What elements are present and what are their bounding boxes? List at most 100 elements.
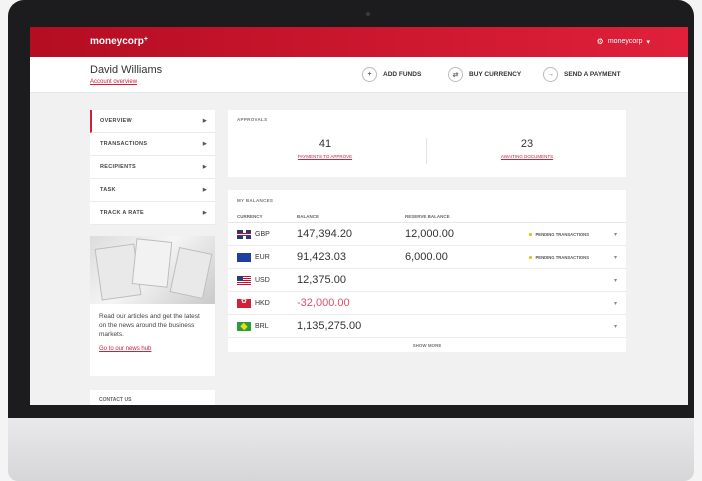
table-row[interactable]: USD 12,375.00 ▾	[228, 269, 626, 292]
sidebar-item-label: TASK	[100, 187, 116, 193]
exchange-icon: ⇄	[448, 67, 463, 82]
payments-count: 41	[318, 138, 332, 150]
sidebar-item-recipients[interactable]: RECIPIENTS ▶	[90, 156, 215, 179]
approvals-card: APPROVALS 41 PAYMENTS TO APPROVE 23 AWAI…	[228, 110, 626, 177]
sidebar-item-label: RECIPIENTS	[100, 164, 137, 170]
balance-cell: 1,135,275.00	[297, 320, 362, 332]
sidebar-item-label: TRACK A RATE	[100, 210, 145, 216]
main-content: APPROVALS 41 PAYMENTS TO APPROVE 23 AWAI…	[228, 110, 626, 352]
chevron-down-icon[interactable]: ▾	[589, 254, 617, 261]
chevron-down-icon[interactable]: ▾	[589, 277, 617, 284]
app-screen: moneycorp+ ⚙ moneycorp ▾ David Williams …	[30, 27, 688, 405]
us-flag-icon	[237, 275, 251, 285]
chevron-down-icon: ▾	[646, 38, 650, 46]
table-row[interactable]: GBP 147,394.20 12,000.00 PENDING TRANSAC…	[228, 223, 626, 246]
chevron-right-icon: ▶	[202, 210, 207, 216]
pending-status: PENDING TRANSACTIONS	[505, 255, 589, 260]
column-header: RESERVE BALANCE	[405, 214, 450, 219]
approvals-title: APPROVALS	[237, 117, 268, 122]
newspaper-shape	[169, 246, 213, 300]
moneycorp-logo[interactable]: moneycorp+	[90, 36, 148, 47]
chevron-right-icon: ▶	[202, 187, 207, 193]
uk-flag-icon	[237, 229, 251, 239]
add-funds-button[interactable]: + ADD FUNDS	[362, 67, 421, 82]
sidebar-item-label: OVERVIEW	[100, 118, 132, 124]
awaiting-documents-link[interactable]: AWAITING DOCUMENTS	[432, 154, 622, 159]
balance-cell: 91,423.03	[297, 251, 346, 263]
send-payment-label: SEND A PAYMENT	[564, 71, 621, 78]
table-row[interactable]: EUR 91,423.03 6,000.00 PENDING TRANSACTI…	[228, 246, 626, 269]
currency-code: USD	[255, 276, 270, 284]
column-header: CURRENCY	[237, 214, 263, 219]
payments-to-approve-link[interactable]: PAYMENTS TO APPROVE	[230, 154, 420, 159]
top-bar: moneycorp+ ⚙ moneycorp ▾	[30, 27, 688, 57]
sidebar-nav: OVERVIEW ▶ TRANSACTIONS ▶ RECIPIENTS ▶ T…	[90, 110, 215, 225]
plus-icon: +	[362, 67, 377, 82]
buy-currency-label: BUY CURRENCY	[469, 71, 522, 78]
sidebar-item-task[interactable]: TASK ▶	[90, 179, 215, 202]
brazil-flag-icon	[237, 321, 251, 331]
currency-code: BRL	[255, 322, 269, 330]
newspaper-image	[90, 236, 215, 304]
user-name: David Williams	[90, 64, 163, 76]
hk-flag-icon	[237, 298, 251, 308]
chevron-down-icon[interactable]: ▾	[589, 231, 617, 238]
awaiting-documents[interactable]: 23 AWAITING DOCUMENTS	[432, 138, 622, 159]
news-promo-card: Read our articles and get the latest on …	[90, 236, 215, 376]
monitor-chin	[8, 418, 694, 481]
sidebar-item-transactions[interactable]: TRANSACTIONS ▶	[90, 133, 215, 156]
pending-status: PENDING TRANSACTIONS	[505, 232, 589, 237]
contact-us-card[interactable]: CONTACT US	[90, 390, 215, 405]
promo-text: Read our articles and get the latest on …	[99, 313, 200, 338]
currency-code: HKD	[255, 299, 270, 307]
arrow-right-icon: →	[543, 67, 558, 82]
currency-code: GBP	[255, 230, 270, 238]
table-row[interactable]: HKD -32,000.00 ▾	[228, 292, 626, 315]
chevron-right-icon: ▶	[202, 164, 207, 170]
chevron-right-icon: ▶	[202, 141, 207, 147]
currency-code: EUR	[255, 253, 270, 261]
table-row[interactable]: BRL 1,135,275.00 ▾	[228, 315, 626, 338]
logo-text: moneycorp	[90, 36, 144, 47]
sidebar-item-track-a-rate[interactable]: TRACK A RATE ▶	[90, 202, 215, 225]
chevron-right-icon: ▶	[202, 118, 207, 124]
eu-flag-icon	[237, 252, 251, 262]
currency-cell: BRL	[237, 321, 297, 331]
balances-table-header: CURRENCY BALANCE RESERVE BALANCE	[228, 211, 626, 223]
sidebar: OVERVIEW ▶ TRANSACTIONS ▶ RECIPIENTS ▶ T…	[90, 110, 215, 405]
page-header: David Williams Account overview + ADD FU…	[30, 57, 688, 93]
sidebar-item-overview[interactable]: OVERVIEW ▶	[90, 110, 215, 133]
balances-title: MY BALANCES	[237, 198, 274, 203]
currency-cell: USD	[237, 275, 297, 285]
status-label: PENDING TRANSACTIONS	[535, 254, 589, 260]
logo-mark: +	[143, 36, 148, 43]
balance-cell: 12,375.00	[297, 274, 346, 286]
balance-cell: 147,394.20	[297, 228, 353, 240]
add-funds-label: ADD FUNDS	[383, 71, 422, 78]
chevron-down-icon[interactable]: ▾	[589, 300, 617, 307]
gear-icon: ⚙	[596, 37, 604, 46]
status-dot-icon	[529, 232, 533, 236]
balances-card: MY BALANCES CURRENCY BALANCE RESERVE BAL…	[228, 190, 626, 352]
sidebar-item-label: TRANSACTIONS	[100, 141, 148, 147]
company-menu-label: moneycorp	[607, 38, 643, 45]
status-dot-icon	[529, 255, 533, 259]
currency-cell: EUR	[237, 252, 297, 262]
reserve-cell: 6,000.00	[405, 251, 448, 263]
company-menu[interactable]: ⚙ moneycorp ▾	[597, 37, 650, 46]
chevron-down-icon[interactable]: ▾	[589, 323, 617, 330]
buy-currency-button[interactable]: ⇄ BUY CURRENCY	[448, 67, 521, 82]
news-hub-link[interactable]: Go to our news hub	[90, 339, 215, 359]
show-more-button[interactable]: SHOW MORE	[228, 338, 626, 352]
divider	[426, 138, 427, 164]
documents-count: 23	[520, 138, 534, 150]
send-payment-button[interactable]: → SEND A PAYMENT	[543, 67, 621, 82]
status-label: PENDING TRANSACTIONS	[535, 231, 589, 237]
payments-to-approve[interactable]: 41 PAYMENTS TO APPROVE	[230, 138, 420, 159]
currency-cell: GBP	[237, 229, 297, 239]
account-overview-link[interactable]: Account overview	[90, 79, 137, 85]
currency-cell: HKD	[237, 298, 297, 308]
column-header: BALANCE	[297, 214, 319, 219]
reserve-cell: 12,000.00	[405, 228, 454, 240]
camera-dot	[366, 12, 370, 16]
